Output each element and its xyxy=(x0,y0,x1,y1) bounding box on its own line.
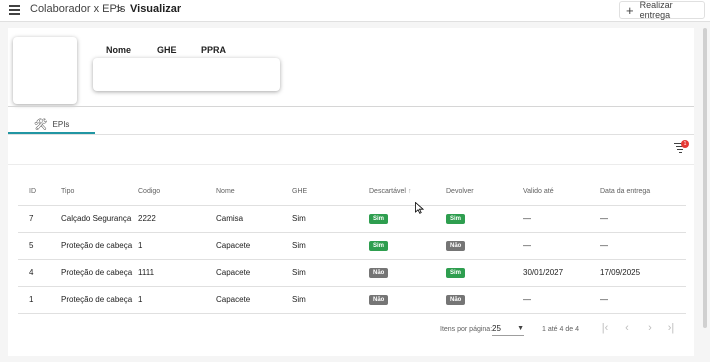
menu-icon[interactable] xyxy=(9,5,20,15)
cell-valido: — xyxy=(523,232,600,260)
prev-page-icon[interactable]: ‹ xyxy=(620,321,634,335)
label-ghe: GHE xyxy=(157,45,177,55)
cell-valido: — xyxy=(523,286,600,314)
cell-data-entrega: — xyxy=(600,286,686,314)
cell-nome: Camisa xyxy=(216,205,292,233)
col-header-descartavel-label: Descartável xyxy=(369,187,406,195)
table-row[interactable]: 7 Calçado Segurança 2222 Camisa Sim Sim Sim — — xyxy=(18,205,686,233)
next-page-icon[interactable]: › xyxy=(643,321,657,335)
devolver-status-badge: Sim xyxy=(446,268,466,278)
cell-id: 5 xyxy=(18,232,61,260)
col-header-codigo[interactable]: Codigo xyxy=(138,178,216,206)
col-header-devolver[interactable]: Devolver xyxy=(446,178,523,206)
divider xyxy=(8,164,694,165)
items-per-page-select[interactable]: 25 ▼ xyxy=(492,324,524,336)
divider xyxy=(8,106,694,107)
devolver-status-badge: Não xyxy=(446,295,466,305)
chevron-down-icon: ▼ xyxy=(517,325,524,332)
cell-valido: 30/01/2027 xyxy=(523,259,600,287)
col-header-tipo[interactable]: Tipo xyxy=(61,178,138,206)
col-header-id[interactable]: ID xyxy=(18,178,61,206)
cell-codigo: 1111 xyxy=(138,259,216,287)
divider xyxy=(8,134,694,135)
page-title: Visualizar xyxy=(130,3,182,15)
descartavel-status-badge: Sim xyxy=(369,214,389,224)
label-nome: Nome xyxy=(106,45,132,55)
top-bar: Colaborador x EPIs > Visualizar + Realiz… xyxy=(0,0,710,22)
cell-id: 1 xyxy=(18,286,61,314)
last-page-icon[interactable]: ›| xyxy=(664,321,678,335)
cell-descartavel: Sim xyxy=(369,232,446,260)
breadcrumb-separator: > xyxy=(116,2,124,16)
tab-epis-label: EPIs xyxy=(52,119,70,129)
cell-devolver: Não xyxy=(446,232,523,260)
descartavel-status-badge: Não xyxy=(369,268,389,278)
devolver-status-badge: Não xyxy=(446,241,466,251)
cell-id: 4 xyxy=(18,259,61,287)
cell-data-entrega: — xyxy=(600,205,686,233)
cell-valido: — xyxy=(523,205,600,233)
table-row[interactable]: 1 Proteção de cabeça 1 Capacete Sim Não Não — — xyxy=(18,286,686,314)
table-row[interactable]: 5 Proteção de cabeça 1 Capacete Sim Sim Não — — xyxy=(18,232,686,260)
col-header-valido[interactable]: Valido até xyxy=(523,178,600,206)
scrollbar[interactable] xyxy=(703,28,707,328)
cell-descartavel: Não xyxy=(369,286,446,314)
cell-tipo: Proteção de cabeça xyxy=(61,259,138,287)
descartavel-status-badge: Sim xyxy=(369,241,389,251)
cell-data-entrega: 17/09/2025 xyxy=(600,259,686,287)
devolver-status-badge: Sim xyxy=(446,214,466,224)
cell-data-entrega: — xyxy=(600,232,686,260)
first-page-icon[interactable]: |‹ xyxy=(598,321,612,335)
cell-codigo: 2222 xyxy=(138,205,216,233)
cell-ghe: Sim xyxy=(292,205,369,233)
cell-ghe: Sim xyxy=(292,259,369,287)
breadcrumb-parent[interactable]: Colaborador x EPIs xyxy=(30,3,125,15)
cell-descartavel: Não xyxy=(369,259,446,287)
pagination-range: 1 até 4 de 4 xyxy=(542,326,579,333)
epis-table: ID Tipo Codigo Nome GHE Descartável ↑ Dev… xyxy=(18,178,686,314)
main-panel: Nome GHE PPRA 🛠 EPIs 1 ID Tipo Codigo No… xyxy=(8,28,694,356)
table-row[interactable]: 4 Proteção de cabeça 1111 Capacete Sim Não Sim… xyxy=(18,259,686,287)
realizar-entrega-button[interactable]: + Realizar entrega xyxy=(619,0,705,20)
table-header-row: ID Tipo Codigo Nome GHE Descartável ↑ Dev… xyxy=(18,178,686,206)
cell-id: 7 xyxy=(18,205,61,233)
tools-icon: 🛠 xyxy=(33,118,48,131)
col-header-descartavel[interactable]: Descartável ↑ xyxy=(369,178,446,206)
tab-epis[interactable]: 🛠 EPIs xyxy=(8,114,95,134)
realizar-entrega-label: Realizar entrega xyxy=(639,0,673,20)
employee-info-card xyxy=(93,58,280,91)
cell-tipo: Proteção de cabeça xyxy=(61,286,138,314)
cell-nome: Capacete xyxy=(216,259,292,287)
col-header-ghe[interactable]: GHE xyxy=(292,178,369,206)
items-per-page-value: 25 xyxy=(492,324,501,333)
col-header-data-entrega[interactable]: Data da entrega xyxy=(600,178,686,206)
cell-tipo: Calçado Segurança xyxy=(61,205,138,233)
cell-devolver: Sim xyxy=(446,205,523,233)
cell-ghe: Sim xyxy=(292,232,369,260)
sort-arrow-icon: ↑ xyxy=(407,187,412,195)
cell-nome: Capacete xyxy=(216,232,292,260)
cell-descartavel: Sim xyxy=(369,205,446,233)
cell-codigo: 1 xyxy=(138,232,216,260)
cell-devolver: Sim xyxy=(446,259,523,287)
cell-nome: Capacete xyxy=(216,286,292,314)
cell-devolver: Não xyxy=(446,286,523,314)
cell-tipo: Proteção de cabeça xyxy=(61,232,138,260)
mouse-cursor-icon xyxy=(415,202,424,214)
cell-ghe: Sim xyxy=(292,286,369,314)
items-per-page-label: Itens por página: xyxy=(440,326,493,333)
filter-badge: 1 xyxy=(681,140,689,148)
col-header-nome[interactable]: Nome xyxy=(216,178,292,206)
descartavel-status-badge: Não xyxy=(369,295,389,305)
plus-icon: + xyxy=(626,2,634,18)
avatar xyxy=(13,37,77,104)
cell-codigo: 1 xyxy=(138,286,216,314)
label-ppra: PPRA xyxy=(201,45,227,55)
